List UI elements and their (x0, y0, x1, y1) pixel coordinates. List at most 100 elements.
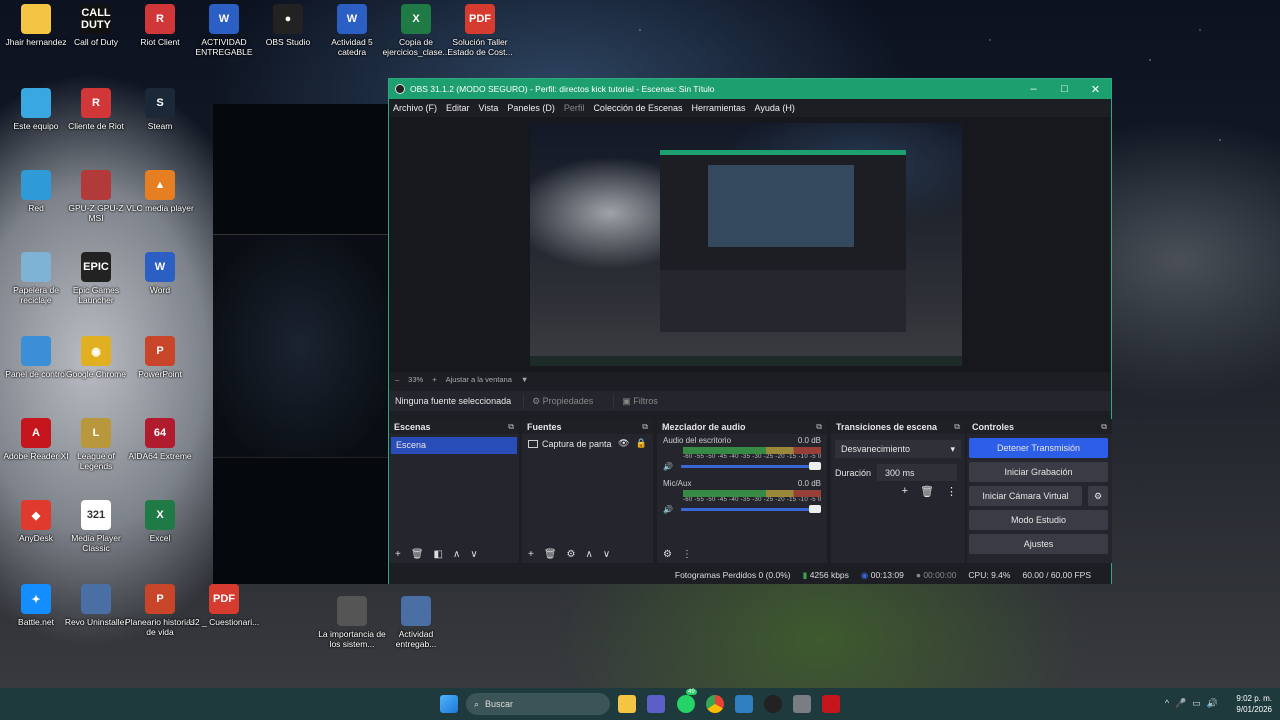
desktop-icon[interactable]: 64 AIDA64 Extreme (124, 418, 196, 461)
fit-window-label[interactable]: Ajustar a la ventana (446, 375, 512, 384)
properties-button[interactable]: ⚙ Propiedades (523, 393, 601, 409)
undock-icon[interactable]: ⧉ (642, 422, 648, 432)
add-icon[interactable]: + (395, 549, 401, 560)
settings-icon[interactable] (793, 695, 811, 713)
desktop-icon-label: Word (149, 285, 171, 295)
zoom-out-button[interactable]: – (395, 375, 399, 384)
speaker-icon[interactable]: 🔊 (663, 462, 673, 471)
filter-icon[interactable]: ◧ (434, 549, 443, 560)
trash-icon[interactable]: 🗑 (411, 549, 424, 560)
start-virtual-camera-button[interactable]: Iniciar Cámara Virtual (969, 486, 1082, 506)
teams-icon[interactable] (647, 695, 665, 713)
gear-icon[interactable]: ⚙ (1088, 486, 1108, 506)
desktop-icon[interactable]: 321 Media Player Classic (60, 500, 132, 553)
zoom-in-button[interactable]: + (432, 375, 436, 384)
transition-select[interactable]: Desvanecimiento ▾ (835, 440, 961, 458)
mixer-settings-icon[interactable]: ⚙ (663, 549, 672, 560)
black-window (213, 104, 388, 584)
add-icon[interactable]: + (528, 549, 534, 560)
desktop-icon[interactable]: GPU-Z GPU-Z MSI (60, 170, 132, 223)
desktop-icon[interactable]: P PowerPoint (124, 336, 196, 379)
desktop-icon[interactable]: PDF U2 _ Cuestionari... (188, 584, 260, 627)
desktop-icon[interactable]: Revo Uninstaller (60, 584, 132, 627)
desktop-icon[interactable]: ● OBS Studio (252, 4, 324, 47)
add-icon[interactable]: + (902, 485, 908, 498)
undock-icon[interactable]: ⧉ (816, 422, 822, 432)
broadcast-icon: ◉ (860, 569, 869, 580)
app-icon (21, 88, 51, 118)
menu-editar[interactable]: Editar (446, 103, 470, 113)
undock-icon[interactable]: ⧉ (954, 422, 960, 432)
settings-button[interactable]: Ajustes (969, 534, 1108, 554)
trash-icon[interactable]: 🗑 (544, 549, 557, 560)
undock-icon[interactable]: ⧉ (1101, 422, 1107, 432)
move-down-icon[interactable]: ∨ (603, 549, 610, 560)
undock-icon[interactable]: ⧉ (508, 422, 514, 432)
desktop-icon-label: Revo Uninstaller (64, 617, 128, 627)
menu-ayuda[interactable]: Ayuda (H) (755, 103, 795, 113)
desktop-icon[interactable]: R Riot Client (124, 4, 196, 47)
studio-mode-button[interactable]: Modo Estudio (969, 510, 1108, 530)
app-icon[interactable] (822, 695, 840, 713)
menu-perfil[interactable]: Perfil (564, 103, 585, 113)
duration-input[interactable]: 300 ms (877, 464, 958, 481)
volume-slider[interactable] (680, 505, 821, 513)
desktop-icon[interactable]: ▲ VLC media player (124, 170, 196, 213)
more-icon[interactable]: ⋮ (682, 549, 692, 560)
start-recording-button[interactable]: Iniciar Grabación (969, 462, 1108, 482)
move-up-icon[interactable]: ∧ (586, 549, 593, 560)
stop-streaming-button[interactable]: Detener Transmisión (969, 438, 1108, 458)
desktop-icon[interactable]: CALL DUTY Call of Duty (60, 4, 132, 47)
minimize-button[interactable]: – (1018, 83, 1049, 95)
more-icon[interactable]: ⋮ (946, 485, 957, 498)
gear-icon[interactable]: ⚙ (567, 549, 576, 560)
menu-vista[interactable]: Vista (479, 103, 499, 113)
obs-logo-icon (395, 84, 405, 94)
desktop-icon[interactable]: W ACTIVIDAD ENTREGABLE (188, 4, 260, 57)
menu-coleccion[interactable]: Colección de Escenas (593, 103, 682, 113)
close-button[interactable]: ✕ (1080, 83, 1111, 96)
desktop-icon[interactable]: S Steam (124, 88, 196, 131)
scene-item[interactable]: Escena (391, 437, 517, 454)
file-explorer-icon[interactable] (618, 695, 636, 713)
source-item[interactable]: Captura de pantalla 👁 🔒 (522, 434, 653, 453)
desktop-icon[interactable]: P Planeario historias de vida (124, 584, 196, 637)
signal-icon: ▮ (802, 569, 808, 580)
maximize-button[interactable]: □ (1049, 83, 1080, 95)
desktop-icon[interactable]: PDF Solución Taller Estado de Cost... (444, 4, 516, 57)
desktop-icon[interactable]: Actividad entregab... (380, 596, 452, 649)
clock[interactable]: 9:02 p. m. 9/01/2026 (1236, 693, 1272, 715)
desktop-icon[interactable]: X Excel (124, 500, 196, 543)
desktop-icon[interactable]: ◉ Google Chrome (60, 336, 132, 379)
desktop-icon[interactable]: EPIC Epic Games Launcher (60, 252, 132, 305)
search-box[interactable]: ⌕ Buscar (466, 693, 610, 715)
whatsapp-icon[interactable]: 49 (677, 689, 697, 713)
volume-slider[interactable] (680, 462, 821, 470)
move-up-icon[interactable]: ∧ (453, 549, 460, 560)
menu-paneles[interactable]: Paneles (D) (507, 103, 555, 113)
desktop-icon[interactable]: R Cliente de Riot (60, 88, 132, 131)
trash-icon[interactable]: 🗑 (920, 485, 934, 498)
move-down-icon[interactable]: ∨ (470, 549, 477, 560)
eye-icon[interactable]: 👁 (618, 438, 629, 449)
desktop-icon[interactable]: W Actividad 5 catedra (316, 4, 388, 57)
desktop-icon[interactable]: La importancia de los sistem... (316, 596, 388, 649)
obs-titlebar[interactable]: OBS 31.1.2 (MODO SEGURO) - Perfil: direc… (389, 79, 1111, 99)
menu-herramientas[interactable]: Herramientas (692, 103, 746, 113)
lock-icon[interactable]: 🔒 (635, 438, 646, 449)
photos-icon[interactable] (735, 695, 753, 713)
obs-icon[interactable] (764, 695, 782, 713)
program-preview[interactable] (530, 123, 962, 366)
filters-button[interactable]: ▣ Filtros (613, 393, 666, 409)
desktop-icon-label: Copia de ejercicios_clase... (382, 37, 450, 57)
desktop-icon[interactable]: W Word (124, 252, 196, 295)
desktop-icon[interactable]: L League of Legends (60, 418, 132, 471)
chrome-icon[interactable] (706, 695, 724, 713)
start-button-icon[interactable] (440, 695, 458, 713)
desktop-icon-label: Actividad 5 catedra (331, 37, 373, 57)
system-tray[interactable]: ^🎤▭🔊 (1165, 698, 1224, 709)
chevron-down-icon[interactable]: ▼ (521, 375, 528, 384)
desktop-icon[interactable]: X Copia de ejercicios_clase... (380, 4, 452, 57)
menu-archivo[interactable]: Archivo (F) (393, 103, 437, 113)
speaker-icon[interactable]: 🔊 (663, 505, 673, 514)
